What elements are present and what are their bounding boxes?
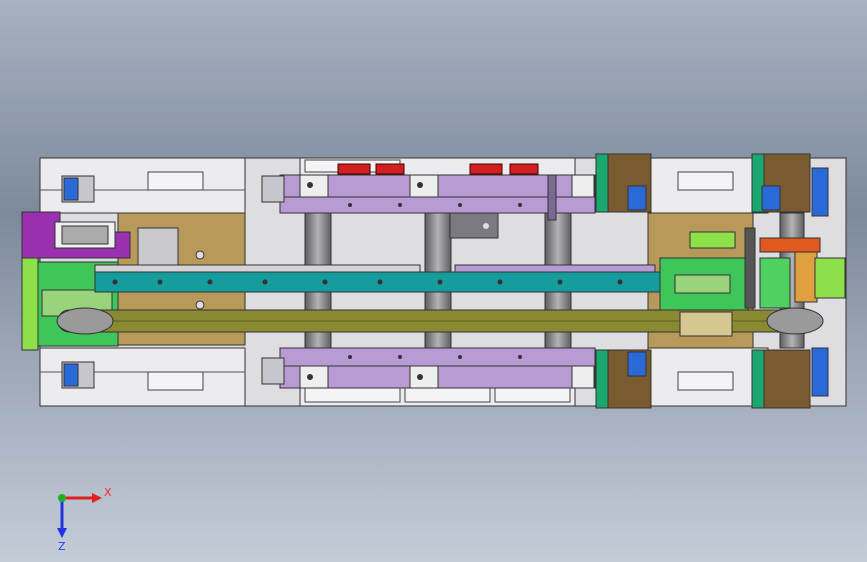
center-bracket xyxy=(449,212,499,239)
axis-triad: X Z xyxy=(57,486,112,550)
origin-icon xyxy=(58,494,66,502)
z-axis-label: Z xyxy=(58,540,66,550)
purple-bottom-plate xyxy=(279,347,596,389)
purple-top-plate xyxy=(279,174,596,221)
cad-viewport[interactable]: X Z xyxy=(0,0,867,562)
x-axis-label: X xyxy=(104,486,112,499)
teal-linear-rail xyxy=(94,264,666,293)
assembly-model[interactable] xyxy=(0,0,867,562)
